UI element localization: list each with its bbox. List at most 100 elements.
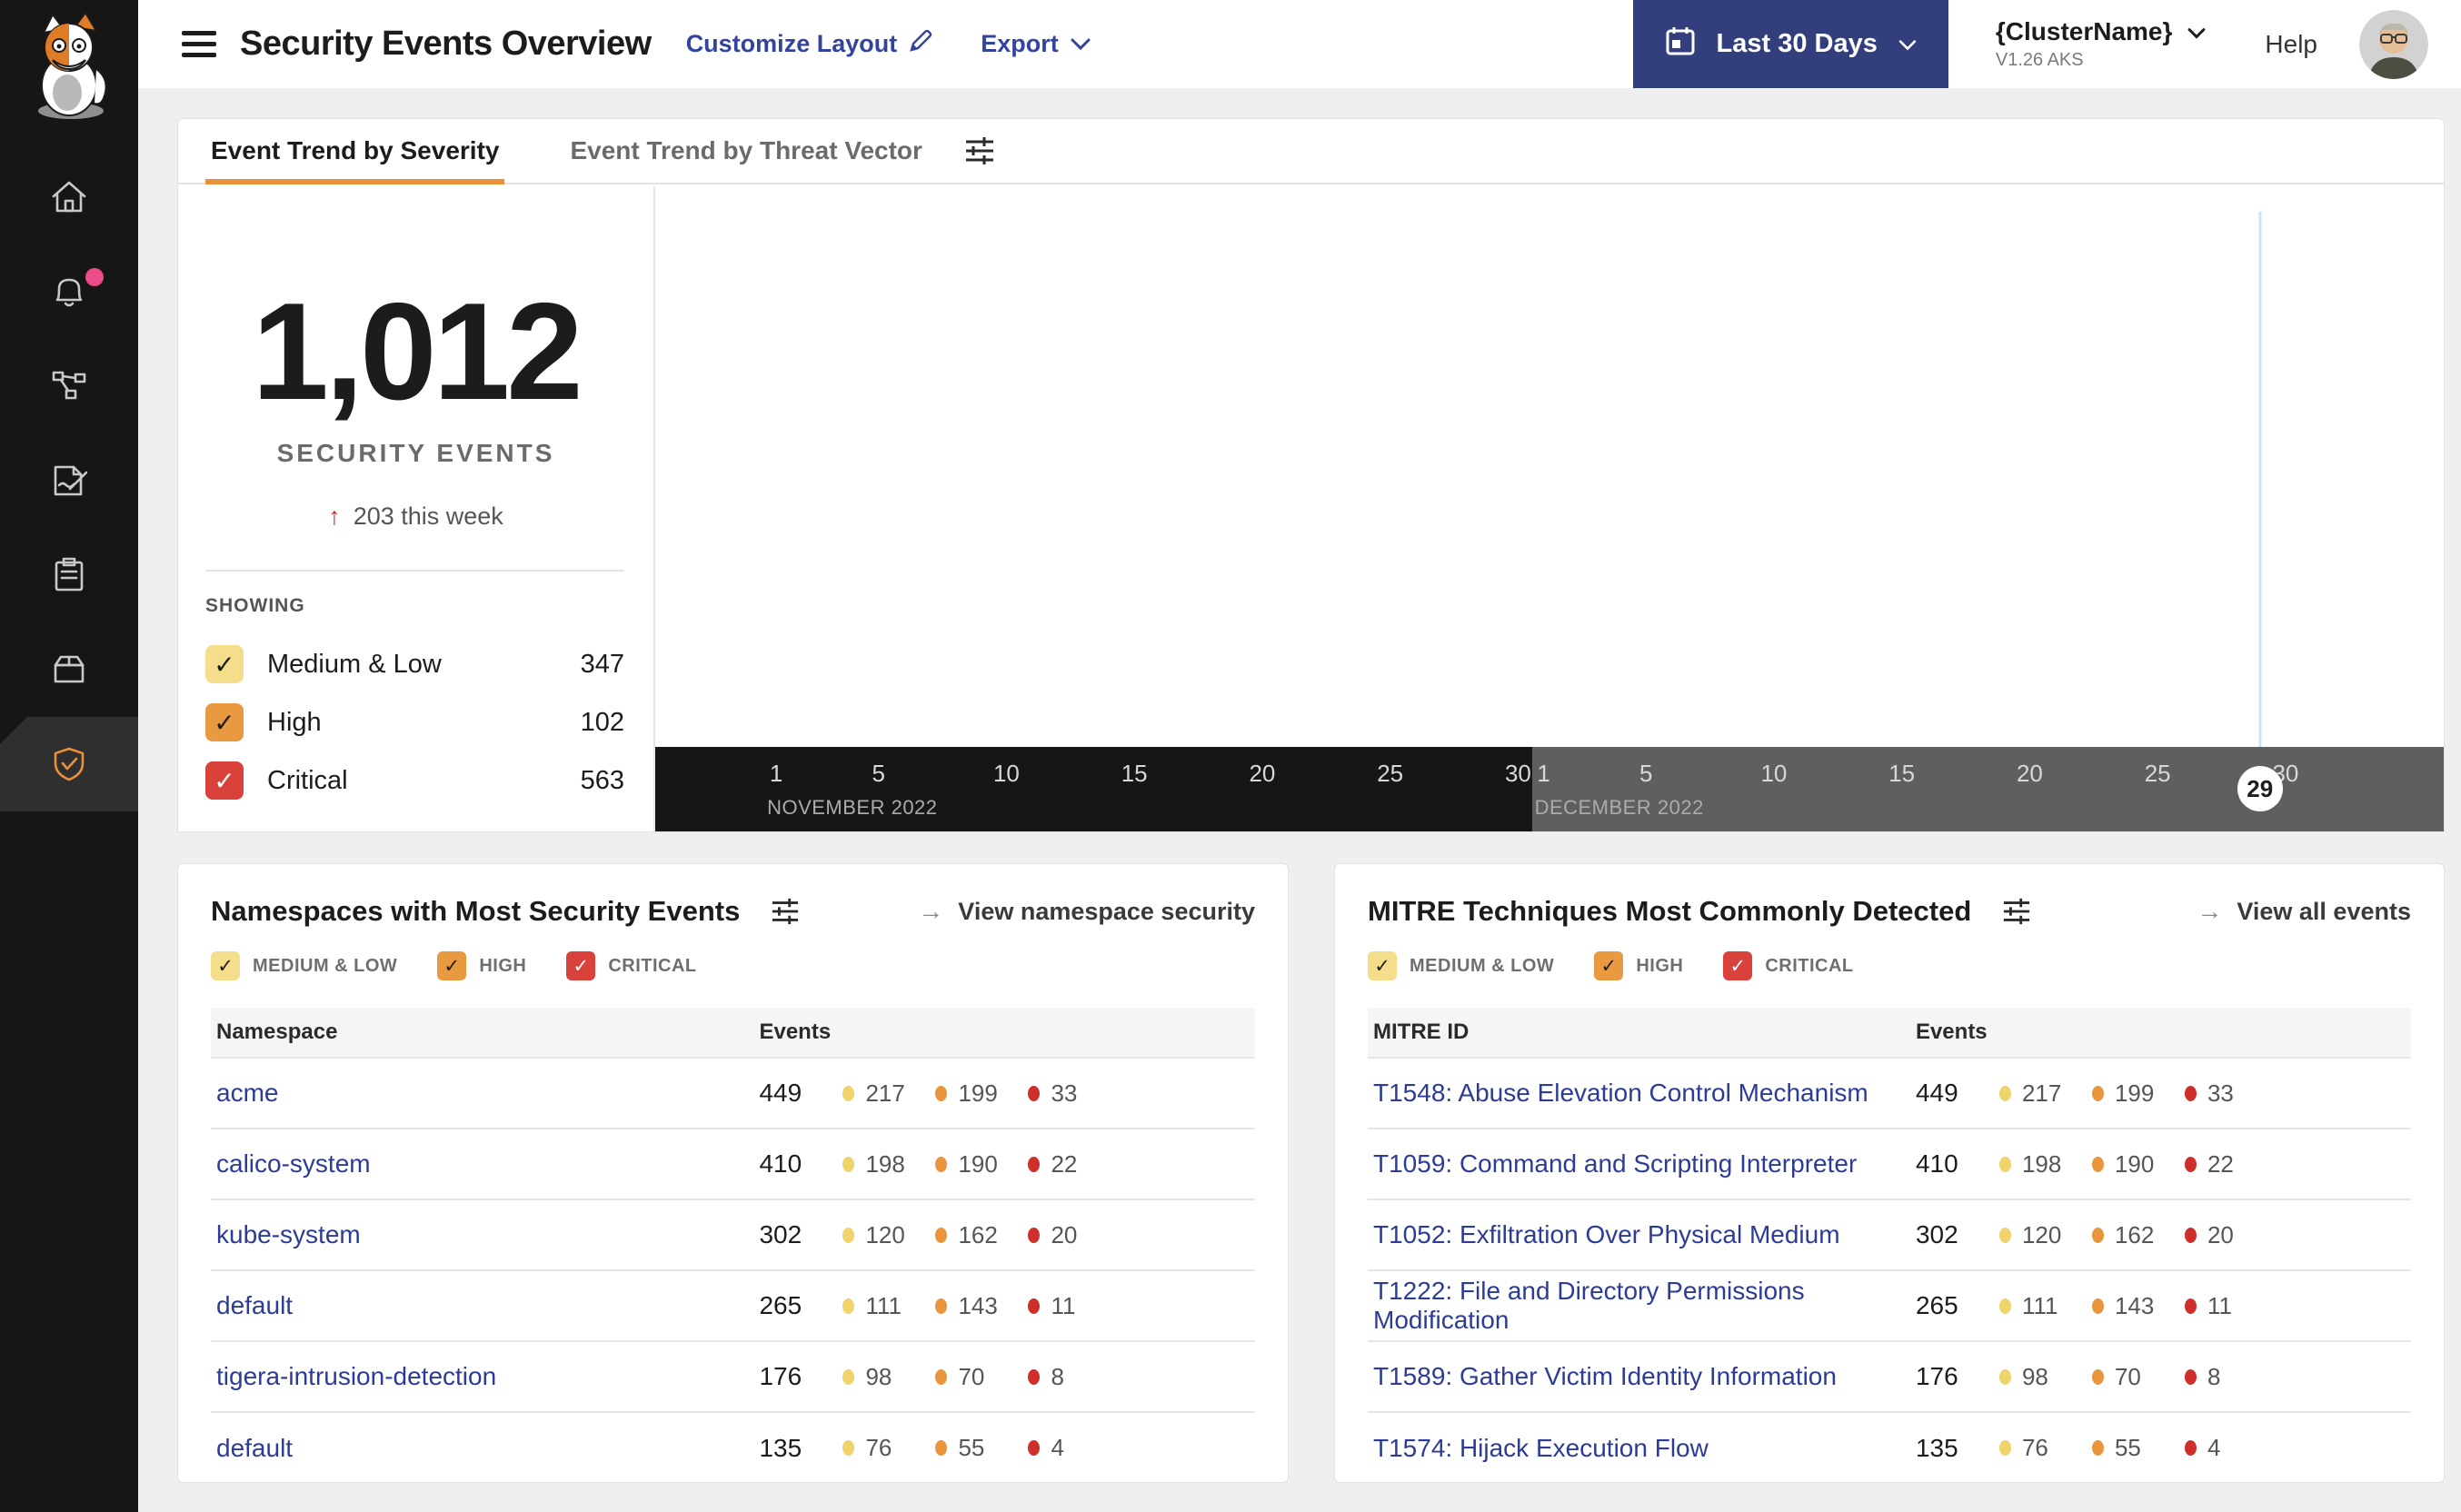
top-header: Security Events Overview Customize Layou…: [138, 0, 2461, 88]
critical-dot: [1028, 1298, 1041, 1314]
events-critical: 33: [1028, 1079, 1121, 1108]
help-link[interactable]: Help: [2265, 30, 2317, 59]
calendar-icon: [1664, 25, 1697, 65]
namespaces-severity-filters: ✓ MEDIUM & LOW ✓ HIGH ✓ CRITICAL: [211, 951, 1255, 980]
events-critical: 4: [2184, 1434, 2277, 1462]
events-total: 449: [1915, 1079, 1958, 1107]
events-critical: 4: [1028, 1434, 1121, 1462]
user-avatar[interactable]: [2359, 9, 2428, 79]
hamburger-menu-icon[interactable]: [182, 25, 216, 64]
mitre-technique-link[interactable]: T1222: File and Directory Permissions Mo…: [1373, 1277, 1805, 1334]
events-critical: 22: [2184, 1150, 2277, 1179]
namespace-link[interactable]: acme: [216, 1079, 278, 1107]
namespaces-filter-sliders-icon[interactable]: [771, 897, 800, 926]
axis-month-label: DECEMBER 2022: [1534, 796, 1704, 819]
namespace-link[interactable]: tigera-intrusion-detection: [216, 1362, 496, 1390]
events-total: 135: [759, 1433, 802, 1462]
mitre-technique-link[interactable]: T1059: Command and Scripting Interpreter: [1373, 1149, 1857, 1178]
mitre-technique-link[interactable]: T1589: Gather Victim Identity Informatio…: [1373, 1362, 1837, 1390]
chip-label: HIGH: [1636, 955, 1684, 976]
table-row: T1574: Hijack Execution Flow 135 76 55 4: [1368, 1411, 2411, 1483]
checkbox-critical[interactable]: ✓: [205, 761, 244, 800]
chip-checkbox-high[interactable]: ✓: [437, 951, 467, 980]
events-cell: 302 120 162 20: [1909, 1199, 2411, 1270]
sidebar-item-workloads[interactable]: [0, 622, 138, 717]
filter-chip-medium_low[interactable]: ✓ MEDIUM & LOW: [1368, 951, 1554, 980]
sidebar-item-alerts[interactable]: [0, 244, 138, 339]
checkbox-high[interactable]: ✓: [205, 703, 244, 741]
sidebar-item-home[interactable]: [0, 150, 138, 244]
events-cell: 135 76 55 4: [753, 1411, 1255, 1483]
mitre-technique-link[interactable]: T1574: Hijack Execution Flow: [1373, 1434, 1709, 1462]
medium-low-dot: [1998, 1085, 2011, 1101]
filter-chip-critical[interactable]: ✓ CRITICAL: [1723, 951, 1853, 980]
tab-event-trend-by-threat-vector[interactable]: Event Trend by Threat Vector: [537, 119, 922, 183]
date-range-button[interactable]: Last 30 Days: [1632, 0, 1948, 88]
legend-row-critical: ✓ Critical 563: [205, 751, 624, 810]
critical-dot: [2184, 1368, 2197, 1385]
legend-row-high: ✓ High 102: [205, 693, 624, 751]
events-critical: 11: [2184, 1292, 2277, 1320]
table-row: T1222: File and Directory Permissions Mo…: [1368, 1269, 2411, 1341]
namespace-name-cell: calico-system: [211, 1128, 754, 1199]
chip-checkbox-medium_low[interactable]: ✓: [1368, 951, 1397, 980]
chip-checkbox-medium_low[interactable]: ✓: [211, 951, 240, 980]
mitre-technique-link[interactable]: T1548: Abuse Elevation Control Mechanism: [1373, 1079, 1868, 1107]
table-row: tigera-intrusion-detection 176 98 70 8: [211, 1340, 1255, 1412]
events-medium-low: 198: [842, 1150, 935, 1179]
chip-checkbox-high[interactable]: ✓: [1594, 951, 1624, 980]
filter-chip-medium_low[interactable]: ✓ MEDIUM & LOW: [211, 951, 397, 980]
critical-dot: [2184, 1227, 2197, 1243]
medium-low-dot: [842, 1368, 855, 1385]
mitre-card-title: MITRE Techniques Most Commonly Detected: [1368, 895, 1972, 927]
namespace-link[interactable]: calico-system: [216, 1149, 371, 1178]
filter-chip-high[interactable]: ✓ HIGH: [1594, 951, 1683, 980]
checkbox-medium_low[interactable]: ✓: [205, 645, 244, 683]
events-high: 199: [935, 1079, 1028, 1108]
namespace-link[interactable]: default: [216, 1434, 293, 1462]
customize-layout-button[interactable]: Customize Layout: [686, 28, 934, 60]
events-cell: 449 217 199 33: [1909, 1057, 2411, 1129]
view-namespace-security-link[interactable]: → View namespace security: [918, 897, 1255, 926]
events-high: 190: [2091, 1150, 2185, 1179]
namespace-link[interactable]: kube-system: [216, 1220, 361, 1248]
high-dot: [935, 1156, 948, 1172]
column-header: MITRE ID: [1368, 1008, 1910, 1058]
events-cell: 176 98 70 8: [753, 1340, 1255, 1412]
critical-dot: [1028, 1368, 1041, 1385]
mitre-filter-sliders-icon[interactable]: [2002, 897, 2031, 926]
cluster-selector[interactable]: {ClusterName} V1.26 AKS: [1996, 17, 2207, 71]
filter-chip-high[interactable]: ✓ HIGH: [437, 951, 526, 980]
trend-tabs: Event Trend by Severity Event Trend by T…: [178, 119, 2444, 184]
namespace-link[interactable]: default: [216, 1291, 293, 1319]
view-all-events-link[interactable]: → View all events: [2197, 897, 2411, 926]
table-header-row: MITRE ID Events: [1368, 1008, 2411, 1058]
medium-low-dot: [842, 1085, 855, 1101]
calico-cat-logo[interactable]: [16, 9, 122, 120]
mitre-technique-link[interactable]: T1052: Exfiltration Over Physical Medium: [1373, 1220, 1840, 1248]
chart-filter-sliders-icon[interactable]: [964, 135, 995, 166]
filter-chip-critical[interactable]: ✓ CRITICAL: [566, 951, 696, 980]
events-critical: 22: [1028, 1150, 1121, 1179]
home-icon: [52, 181, 86, 213]
export-button[interactable]: Export: [981, 30, 1091, 58]
chip-checkbox-critical[interactable]: ✓: [566, 951, 596, 980]
critical-dot: [1028, 1227, 1041, 1243]
chip-label: CRITICAL: [608, 955, 697, 976]
high-dot: [2091, 1440, 2104, 1456]
events-cell: 410 198 190 22: [753, 1128, 1255, 1199]
events-high: 162: [935, 1221, 1028, 1249]
tab-event-trend-by-severity[interactable]: Event Trend by Severity: [178, 119, 505, 184]
events-cell: 265 111 143 11: [1909, 1269, 2411, 1341]
mitre-technique-name-cell: T1059: Command and Scripting Interpreter: [1368, 1128, 1910, 1199]
sidebar-item-compliance[interactable]: [0, 528, 138, 622]
sidebar-item-threat-defense[interactable]: [0, 717, 138, 811]
legend-row-medium_low: ✓ Medium & Low 347: [205, 635, 624, 693]
selected-day-marker[interactable]: 29: [2237, 766, 2283, 811]
sidebar-item-policies[interactable]: [0, 433, 138, 528]
mitre-card: MITRE Techniques Most Commonly Detected …: [1334, 863, 2445, 1483]
chip-checkbox-critical[interactable]: ✓: [1723, 951, 1753, 980]
mitre-technique-name-cell: T1052: Exfiltration Over Physical Medium: [1368, 1199, 1910, 1270]
sidebar-item-network[interactable]: [0, 339, 138, 433]
events-medium-low: 217: [1998, 1079, 2092, 1108]
